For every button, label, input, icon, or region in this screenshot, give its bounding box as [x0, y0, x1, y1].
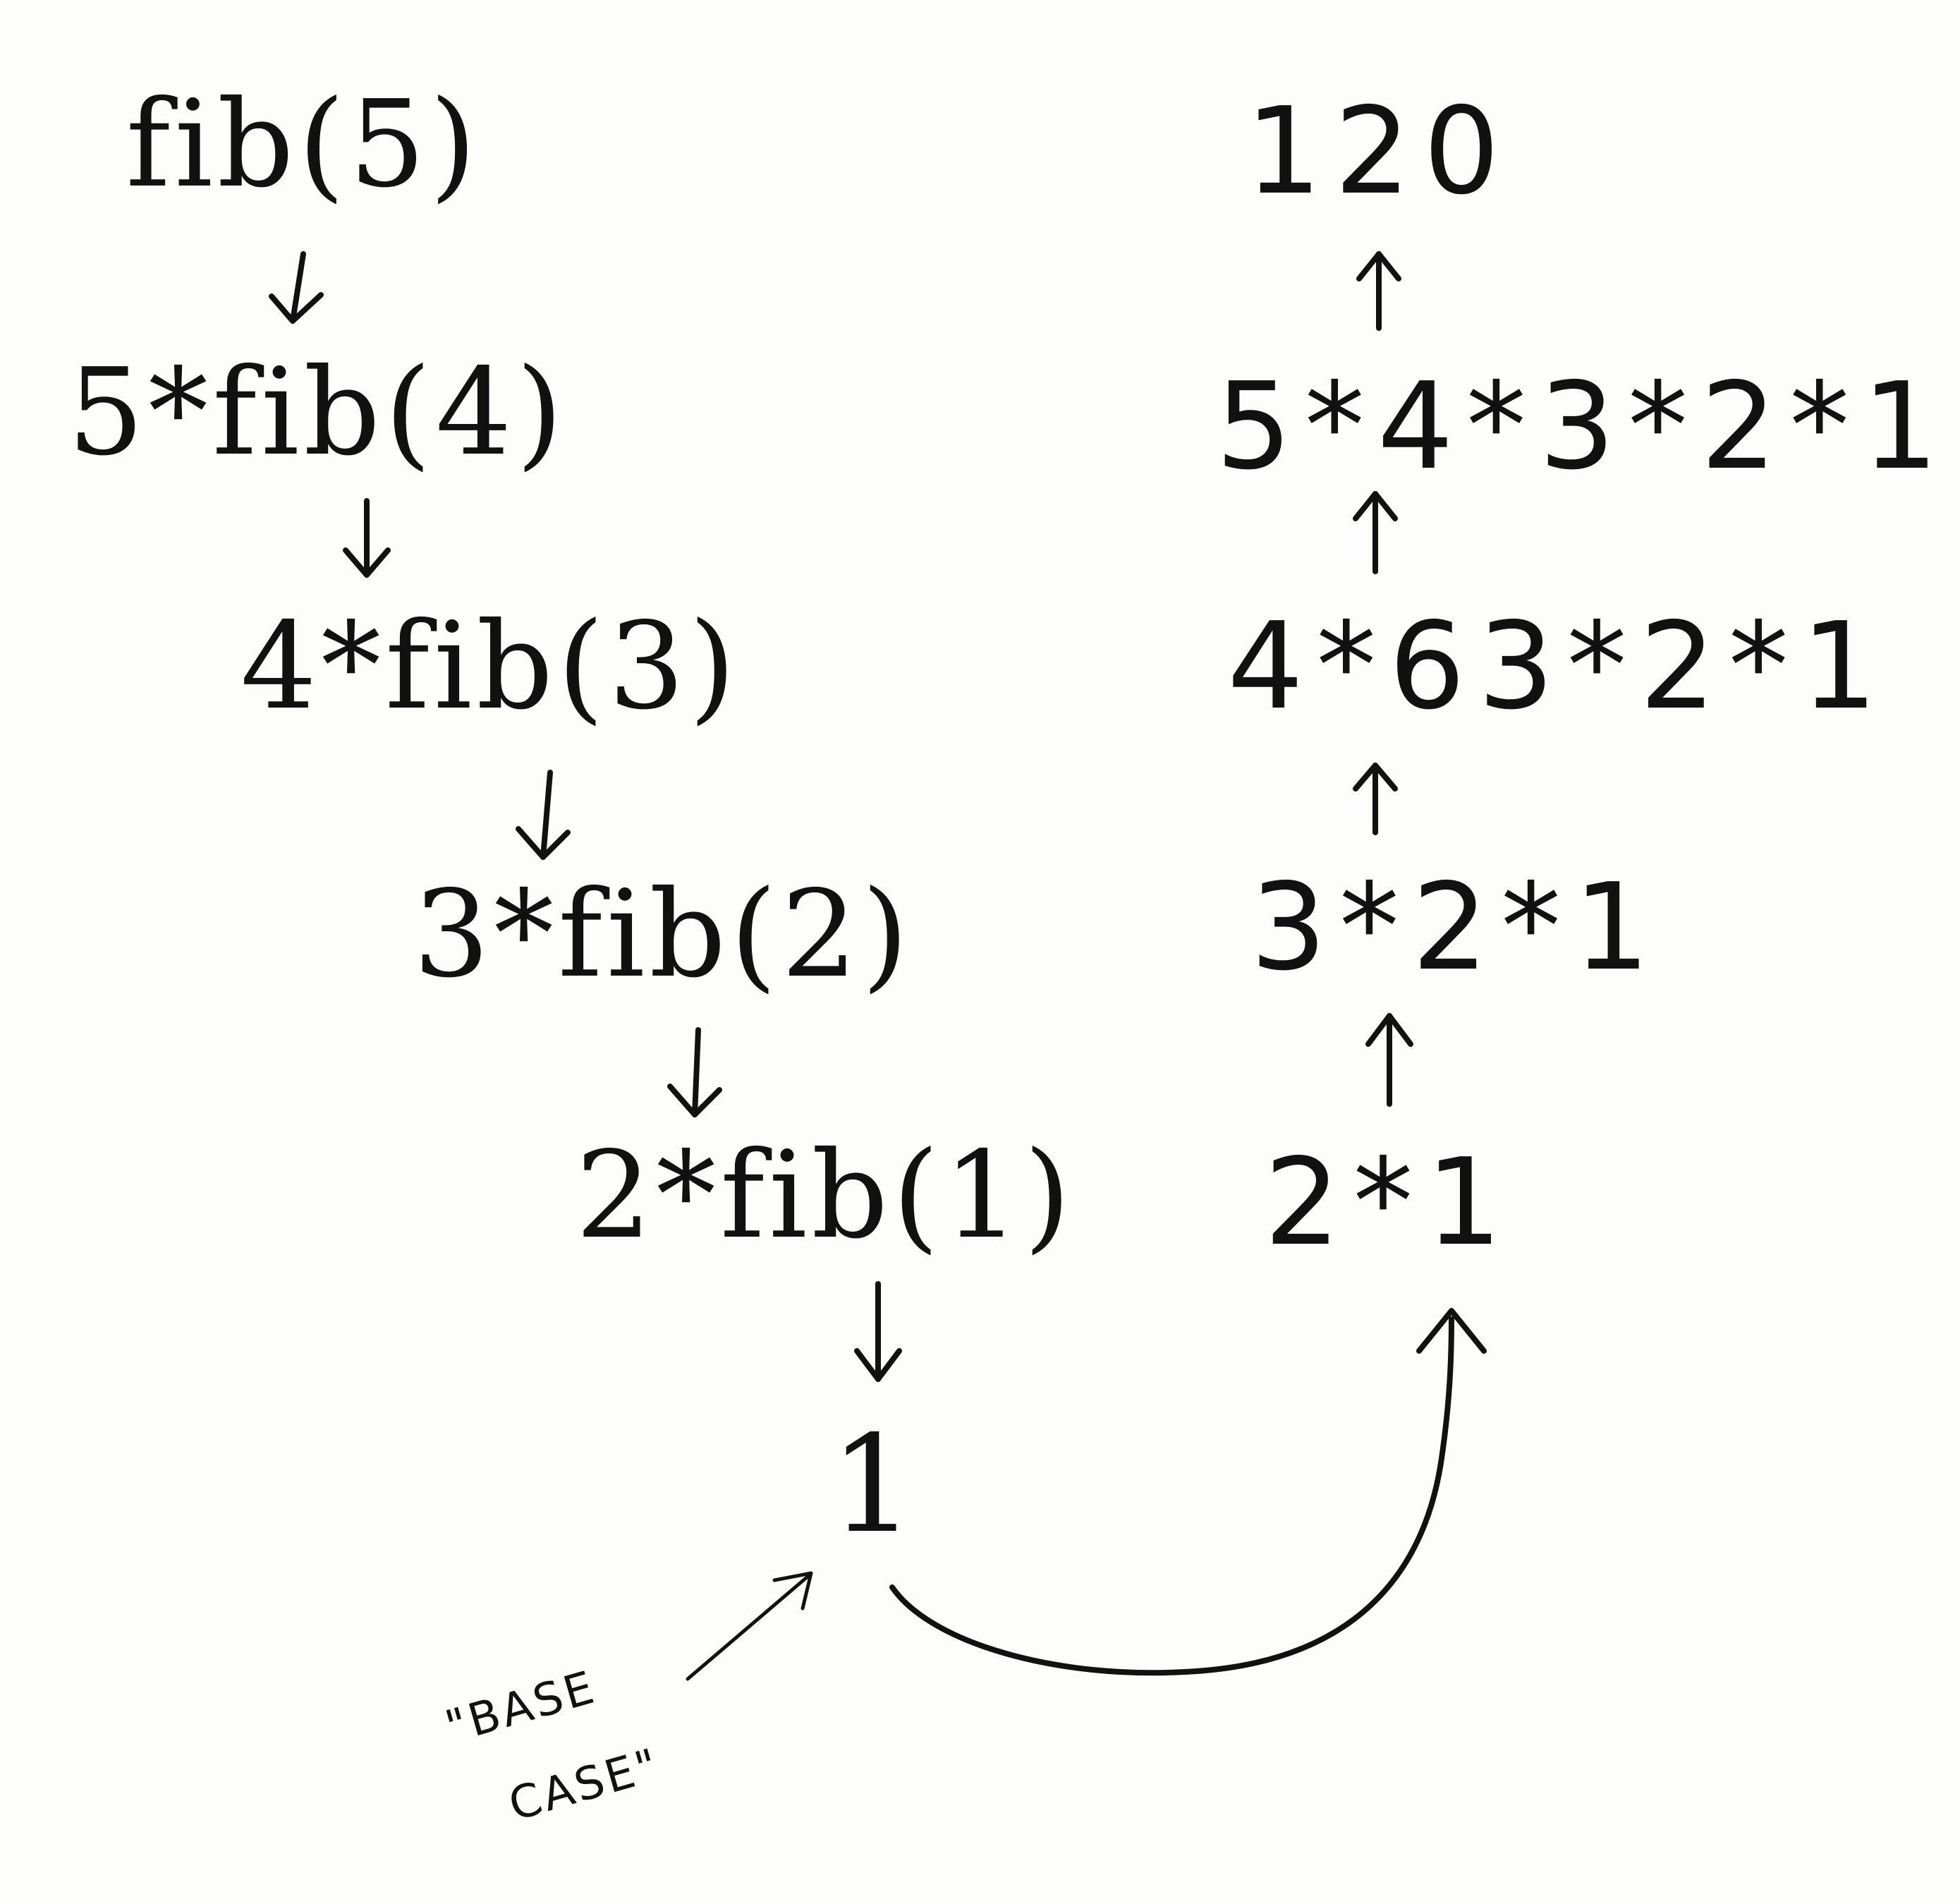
down-arrow-4	[667, 1027, 722, 1117]
down-arrow-3	[516, 770, 571, 860]
descent-step-fib4: 5*fib(4)	[67, 343, 568, 483]
descent-step-fib5: fib(5)	[126, 75, 481, 214]
down-arrow-2	[343, 498, 391, 578]
down-arrow-5	[854, 1281, 902, 1382]
annotation-arrow	[686, 1571, 813, 1681]
up-arrow-3	[1353, 491, 1398, 574]
descent-step-fib2: 3*fib(2)	[413, 865, 913, 1005]
ascent-step-4x63x2x1: 4*63*2*1	[1227, 597, 1890, 736]
up-arrow-1	[1365, 1013, 1413, 1107]
final-result: 120	[1245, 82, 1513, 222]
up-arrow-2	[1353, 763, 1398, 835]
descent-step-fib1: 2*fib(1)	[575, 1126, 1076, 1266]
ascent-step-2x1: 2*1	[1264, 1133, 1515, 1273]
ascent-step-5x4x3x2x1: 5*4*3*2*1	[1215, 357, 1952, 497]
diagram-arrows	[269, 251, 1487, 1681]
base-case-value: 1	[829, 1407, 920, 1563]
down-arrow-1	[269, 251, 324, 324]
up-arrow-4	[1356, 251, 1401, 331]
return-curve-arrow	[889, 1308, 1487, 1676]
ascent-step-3x2x1: 3*2*1	[1250, 858, 1663, 998]
descent-step-fib3: 4*fib(3)	[240, 597, 741, 736]
recursion-diagram: fib(5) 5*fib(4) 4*fib(3) 3*fib(2) 2*fib(…	[0, 0, 1960, 1904]
